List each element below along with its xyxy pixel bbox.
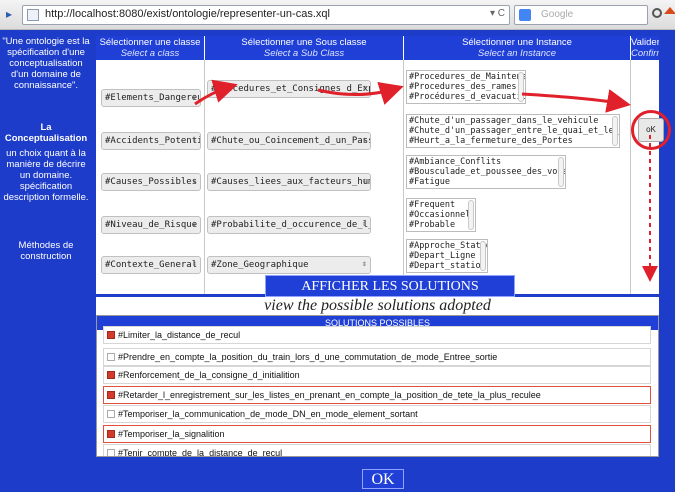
main-panel: Sélectionner une classe Select a class Sé… [92,30,675,492]
solution-checkbox[interactable] [107,430,115,438]
solution-checkbox[interactable] [107,371,115,379]
solution-row[interactable]: #Renforcement_de_la_consigne_d_initialit… [103,366,651,384]
page-icon [27,9,39,21]
solution-checkbox[interactable] [107,353,115,361]
instance-listbox[interactable]: #Approche_Station #Depart_Ligne #Depart_st… [406,239,488,273]
solution-row[interactable]: #Retarder_l_enregistrement_sur_les_liste… [103,386,651,404]
annotation-circle [631,110,671,150]
selector-table: Sélectionner une classe Select a class Sé… [96,36,671,294]
header-instance: Sélectionner une Instance Select an Insta… [404,36,630,60]
solution-checkbox[interactable] [107,391,115,399]
search-bar[interactable]: Google [514,5,648,25]
class-select[interactable]: #Causes_Possibles ⇕ [101,173,201,191]
instance-listbox[interactable]: #Procedures_de_Maintenance#Procedures_de… [406,70,526,104]
search-icon[interactable] [652,8,662,18]
solution-checkbox[interactable] [107,331,115,339]
reload-icon[interactable]: ▾ C [490,8,505,19]
class-select[interactable]: #Niveau_de_Risque ⇕ [101,216,201,234]
header-subclass: Sélectionner une Sous classe Select a Sub… [205,36,403,60]
show-solutions-button[interactable]: AFFICHER LES SOLUTIONS POSSIBLES [265,275,515,315]
search-placeholder: Google [541,9,574,20]
solutions-panel: SOLUTIONS POSSIBLES #Limiter_la_distance… [96,315,659,457]
subclass-select[interactable]: #Causes_liees_aux_facteurs_humains⇕ [207,173,371,191]
back-arrow-icon[interactable]: ▸ [2,6,16,22]
solution-checkbox[interactable] [107,410,115,418]
solution-row[interactable]: #Prendre_en_compte_la_position_du_train_… [103,348,651,366]
sidebar-concept-body: un choix quant à la manière de décrire u… [3,148,89,203]
home-icon[interactable] [664,7,675,14]
google-engine-icon[interactable] [519,9,531,21]
solution-checkbox[interactable] [107,449,115,456]
sidebar-definition: "Une ontologie est la spécification d'un… [2,36,90,91]
solution-row[interactable]: #Temporiser_la_communication_de_mode_DN_… [103,405,651,423]
sidebar-methods-link[interactable]: Méthodes de construction [2,240,90,262]
header-confirm: ValiderConfirm [631,36,659,60]
instance-listbox[interactable]: #Ambiance_Conflits #Bousculade_et_poussee… [406,155,566,189]
solution-row[interactable]: #Tenir_compte_de_la_distance_de_recul [103,444,651,456]
sidebar: "Une ontologie est la spécification d'un… [0,30,92,492]
solution-row[interactable]: #Limiter_la_distance_de_recul [103,326,651,344]
class-select[interactable]: #Accidents_Potentiels⇕ [101,132,201,150]
sidebar-concept-title: La Conceptualisation [4,122,88,144]
ok-button[interactable]: OK [362,469,404,489]
url-text[interactable]: http://localhost:8080/exist/ontologie/re… [45,8,330,20]
instance-listbox[interactable]: #Frequent #Occasionnel #Probable [406,198,476,232]
address-bar[interactable]: http://localhost:8080/exist/ontologie/re… [22,5,510,25]
subclass-select[interactable]: #Chute_ou_Coincement_d_un_Passager⇕ [207,132,371,150]
subclass-select[interactable]: #Procedures_et_Consignes_d_Exploitation⇕ [207,80,371,98]
instance-listbox[interactable]: #Chute_d'un_passager_dans_le_vehicule #Ch… [406,114,620,148]
solution-row[interactable]: #Temporiser_la_signalition [103,425,651,443]
header-class: Sélectionner une classe Select a class [96,36,204,60]
browser-toolbar: ▸ http://localhost:8080/exist/ontologie/… [0,0,675,30]
subclass-select[interactable]: #Probabilite_d_occurence_de_l_accident⇕ [207,216,371,234]
subclass-select[interactable]: #Zone_Geographique ⇕ [207,256,371,274]
class-select[interactable]: #Elements_Dangereux ⇕ [101,89,201,107]
class-select[interactable]: #Contexte_General ⇕ [101,256,201,274]
